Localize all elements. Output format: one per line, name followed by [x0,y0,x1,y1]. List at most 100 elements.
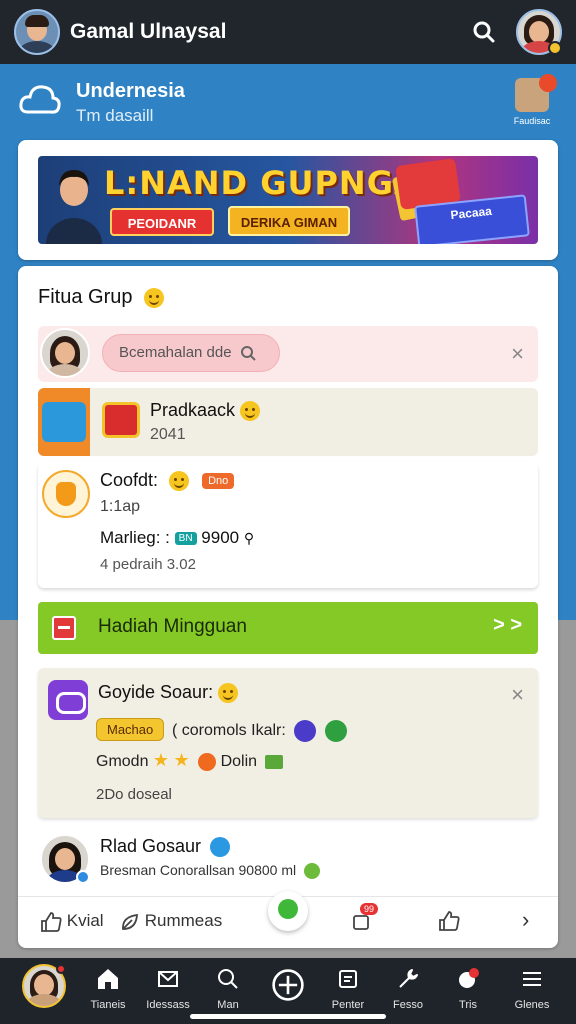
cloud-icon[interactable] [18,80,62,120]
nav-profile[interactable] [14,964,74,1008]
chat-icon [459,968,479,988]
post-actions: Kvial Rummeas 99 › [18,891,558,948]
notifications-shortcut[interactable]: Faudisac [510,74,557,132]
item-footer: 2Do doseal [96,786,172,803]
minus-icon [52,616,76,640]
calendar-icon [339,970,357,988]
presenter-image [46,170,102,244]
group-subtitle: Tm dasaill [76,106,154,125]
search-button[interactable] [466,14,502,50]
nav-home[interactable]: Tianeis [78,964,138,1011]
nav-tools[interactable]: Fesso [378,964,438,1011]
home-indicator [190,1014,386,1019]
like-button[interactable]: Kvial [40,911,104,932]
section-title: Fitua Grup [38,286,165,309]
promo-secondary-button[interactable]: DERIKA GIMAN [228,206,350,236]
nav-printer[interactable]: Penter [318,964,378,1011]
app-title: Gamal Ulnaysal [70,20,227,43]
chevron-right-icon: > > [493,614,522,636]
player-icon [294,720,317,742]
nav-avatar [22,964,66,1008]
group-header: Undernesia Tm dasaill Faudisac [18,74,558,132]
nav-search[interactable]: Man [198,964,258,1011]
close-icon[interactable]: × [511,684,524,706]
home-icon [98,969,118,989]
status-badge: Dno [202,473,235,490]
list-item[interactable]: Pradkaack 2041 [38,388,538,456]
section-title-text: Fitua Grup [38,286,133,308]
list-item[interactable]: Coofdt: Dno 1:1ap Marlieg: : BN 9900 ⚲ 4… [38,462,538,588]
nav-badge [56,964,66,974]
close-icon[interactable]: × [511,343,524,365]
list-item[interactable]: Rlad Gosaur Bresman Conorallsan 90800 ml [38,832,538,888]
online-badge [548,41,562,55]
friend-avatar[interactable] [40,834,90,884]
app-icon [38,388,90,456]
weekly-reward-title: Hadiah Mingguan [98,616,247,637]
nav-label: Idessass [146,999,190,1011]
item-title: Pradkaack [150,400,261,422]
verified-badge [76,870,90,884]
group-title: Undernesia [76,80,185,102]
list-item[interactable]: Goyide Soaur: × Machao ( coromols Ikalr:… [38,668,538,818]
nav-create[interactable] [258,964,318,1009]
chevron-right-icon[interactable]: › [522,907,529,933]
group-thumbnail [515,74,557,112]
search-icon: ⚲ [243,530,255,546]
top-bar: Gamal Ulnaysal [0,0,576,64]
react-button[interactable] [438,911,460,936]
nav-notifications[interactable]: Tris [438,964,498,1011]
item-footer: 4 pedraih 3.02 [100,556,196,573]
game-controller-icon [48,680,88,720]
comment-button[interactable]: Rummeas [120,911,222,932]
smile-emoji-icon [144,287,165,308]
search-icon [473,21,495,43]
smile-emoji-icon [240,401,261,422]
item-title: Goyide Soaur: [98,682,239,704]
star-icon: ★ [173,750,190,770]
fire-icon [198,752,217,771]
game-tag: Machao [96,718,165,741]
nav-label: Fesso [393,999,423,1011]
shortcut-label: Faudisac [513,116,551,126]
search-icon [240,346,256,361]
composer-avatar[interactable] [40,328,90,378]
nav-label: Penter [331,999,365,1011]
globe-icon [210,837,231,858]
wrench-icon [399,969,418,988]
thumbs-up-icon [41,911,62,932]
nav-label: Tianeis [90,999,126,1011]
item-subtitle: Bresman Conorallsan 90800 ml [100,862,320,880]
item-meta: Marlieg: : BN 9900 ⚲ [100,528,255,547]
group-features-card: Fitua Grup Bcemahalan dde × Pradkaack 20… [18,266,558,948]
search-icon [218,969,238,989]
user-avatar[interactable] [14,9,60,55]
red-bag-icon [102,402,140,438]
item-title: Rlad Gosaur [100,836,231,858]
leaf-icon [122,913,138,930]
post-composer: Bcemahalan dde × [38,326,538,382]
composer-placeholder: Bcemahalan dde [119,344,232,361]
chat-bubble-icon[interactable] [268,891,308,931]
flag-icon [265,754,284,769]
thumbs-up-outline-icon [439,911,460,931]
nav-label: Tris [459,999,477,1011]
item-line: ( coromols Ikalr: [172,720,347,742]
bell-icon [42,470,90,518]
item-line: Gmodn ★ ★ Dolin [96,750,284,771]
item-title: Coofdt: Dno [100,470,235,492]
notification-dot [539,74,557,92]
menu-icon [523,972,541,986]
weekly-reward-banner[interactable]: Hadiah Mingguan > > [38,602,538,654]
nav-label: Glenes [514,999,550,1011]
meta-tag: BN [174,532,197,546]
item-time: 1:1ap [100,498,141,515]
nav-menu[interactable]: Glenes [502,964,562,1011]
composer-input[interactable]: Bcemahalan dde [102,334,280,372]
promo-primary-button[interactable]: PEOIDANR [110,208,214,236]
promo-banner[interactable]: L:NAND GUPNGA PEOIDANR DERIKA GIMAN Paca… [38,156,538,244]
share-badge: 99 [360,903,379,915]
profile-avatar[interactable] [516,9,562,55]
nav-inbox[interactable]: Idessass [138,964,198,1011]
emoji-icon [304,863,320,880]
